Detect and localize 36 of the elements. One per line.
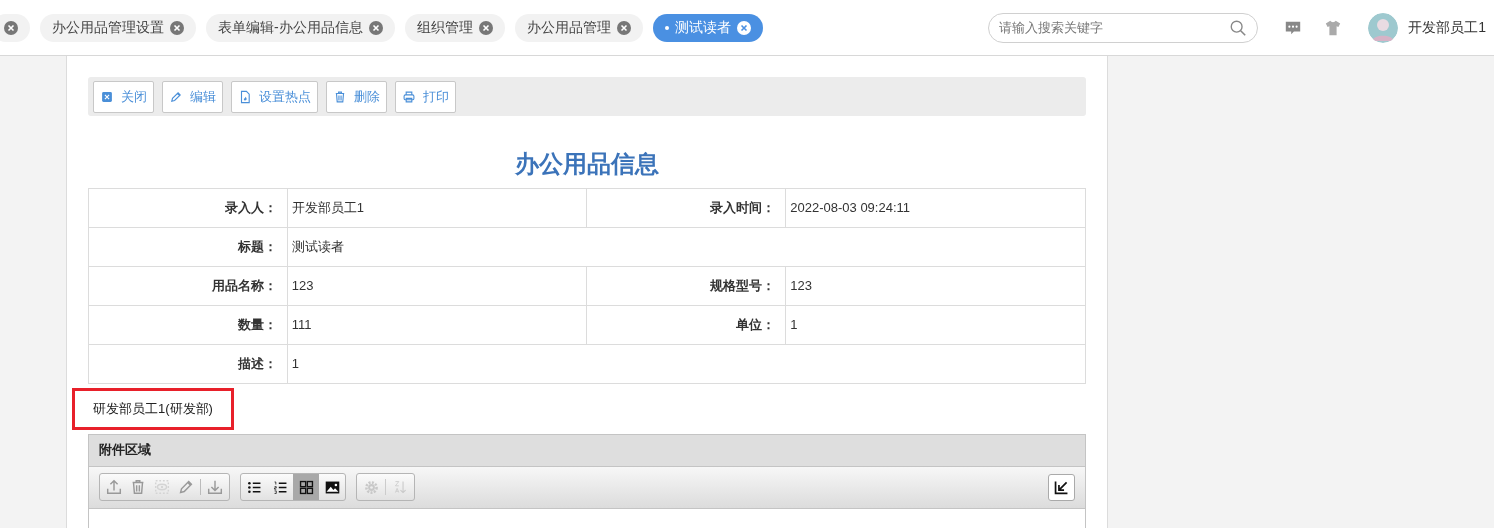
tab[interactable]: 办公用品管理 [514,13,643,42]
toolbar-button[interactable]: 编辑 [162,80,223,113]
tab[interactable]: 办公用品管理设置 [40,13,196,42]
field-value: 2022-08-03 09:24:11 [785,188,1086,228]
tab[interactable]: 测试读者 [652,13,763,42]
field-value: 1 [287,344,1086,384]
toolbar-button[interactable]: 关闭 [93,80,154,113]
tab[interactable]: 组织管理 [404,13,505,42]
tab-label: 办公用品管理 [526,18,611,37]
tab-label: 办公用品管理设置 [52,18,164,37]
toolbar-button[interactable]: 打印 [395,80,456,113]
field-label: 规格型号： [586,266,786,306]
tab[interactable]: 表单编辑-办公用品信息 [206,13,395,42]
field-label: 标题： [88,227,288,267]
field-label: 数量： [88,305,288,345]
field-value: 测试读者 [287,227,1086,267]
signature: 研发部员工1(研发部) [72,388,234,430]
field-value: 111 [287,305,587,345]
tab-label: 测试读者 [674,18,731,37]
field-label: 用品名称： [88,266,288,306]
field-label: 描述： [88,344,288,384]
field-label: 录入人： [88,188,288,228]
toolbar-button[interactable]: 设置热点 [231,80,318,113]
user-name[interactable]: 开发部员工1 [1408,17,1486,38]
field-value: 开发部员工1 [287,188,587,228]
field-value: 123 [785,266,1086,306]
field-label: 录入时间： [586,188,786,228]
attachment-title: 附件区域 [89,434,1085,467]
field-label: 单位： [586,305,786,345]
tab-label: 组织管理 [416,18,473,37]
search-input[interactable]: 请输入搜索关键字 [999,17,1230,38]
tab-label: 表单编辑-办公用品信息 [218,18,363,37]
field-value: 1 [785,305,1086,345]
field-value: 123 [287,266,587,306]
form-title: 办公用品信息 [514,149,660,179]
toolbar-button[interactable]: 删除 [326,80,387,113]
